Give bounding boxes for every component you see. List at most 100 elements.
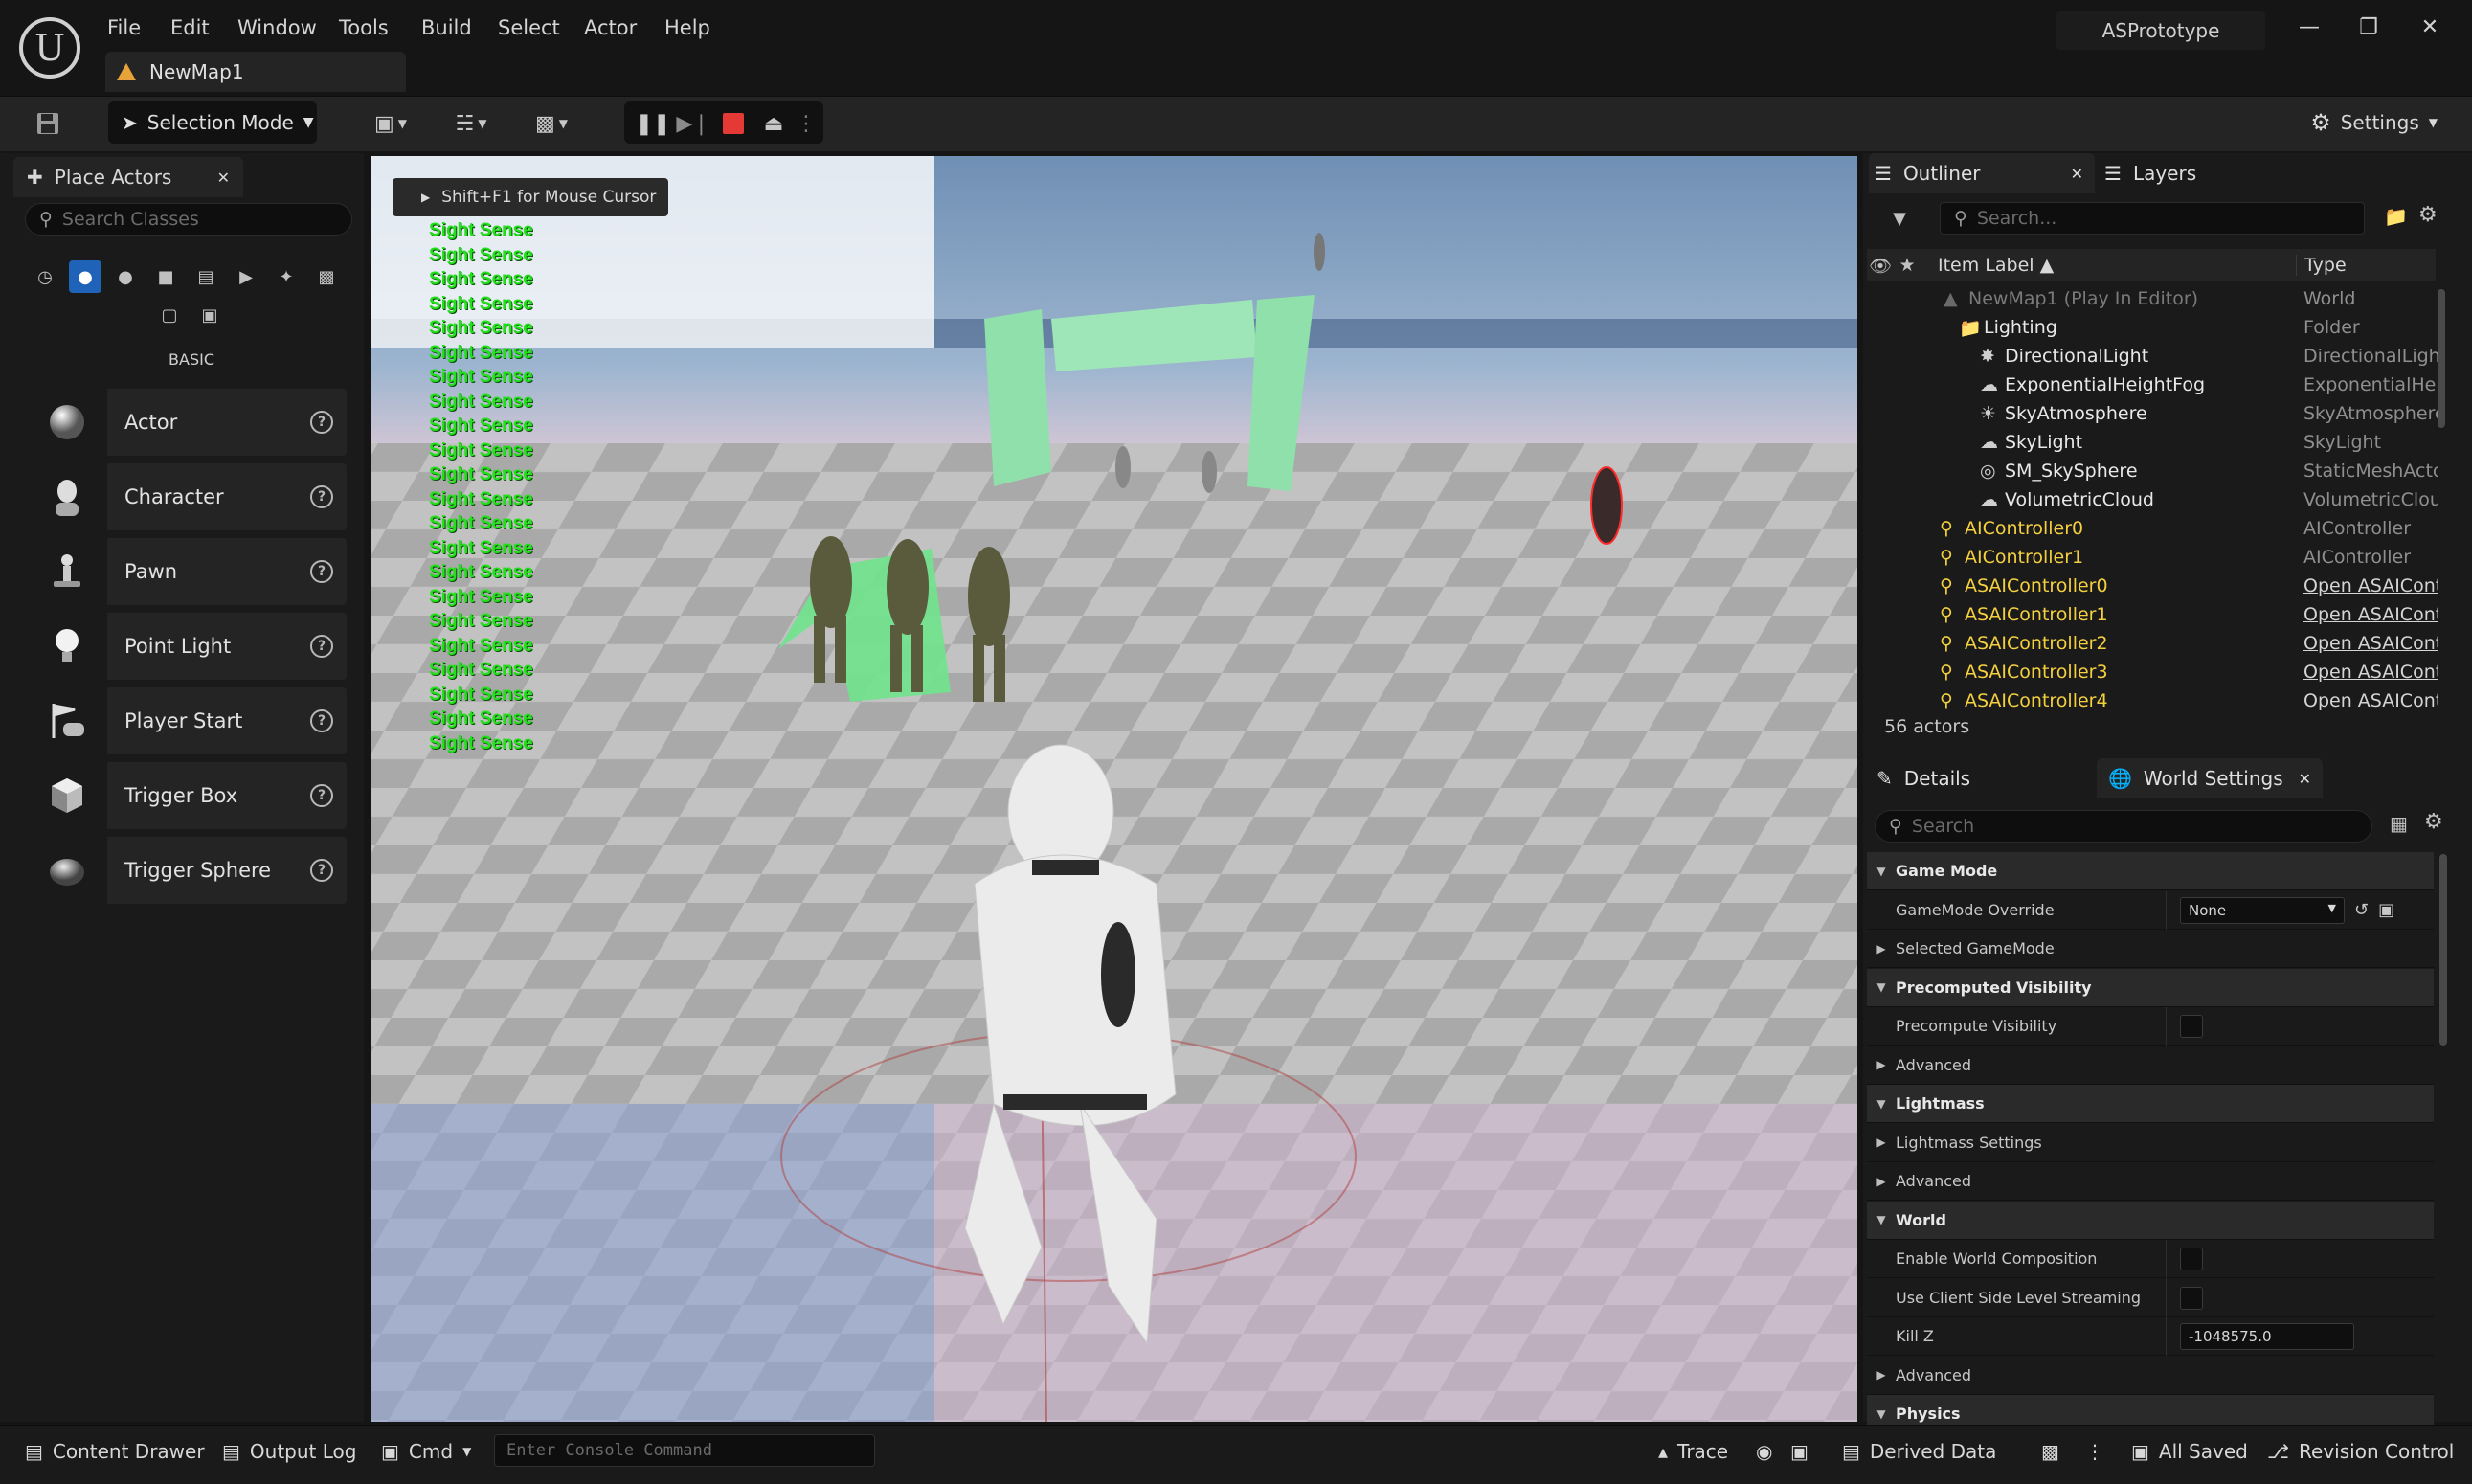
new-folder-icon[interactable]: 📁 [2384,205,2408,228]
actor-item-character[interactable]: Character ? [27,463,347,530]
details-property-row[interactable]: Precompute Visibility [1867,1007,2434,1046]
volumes-icon[interactable]: ▩ [310,260,343,293]
cmd-dropdown[interactable]: ▣ Cmd ▼ [381,1432,471,1471]
details-property-row[interactable]: ▶ Selected GameMode [1867,930,2434,968]
details-category[interactable]: ▼ World [1867,1201,2434,1240]
actor-item-pawn[interactable]: Pawn ? [27,538,347,605]
property-checkbox[interactable] [2180,1015,2203,1038]
recent-icon[interactable]: ◷ [29,260,61,293]
actor-item-player-start[interactable]: Player Start ? [27,687,347,754]
chevron-down-icon[interactable]: ▼ [1867,1097,1896,1111]
outliner-row[interactable]: ☁ SkyLight SkyLight [1867,428,2438,457]
outliner-row[interactable]: ☁ VolumetricCloud VolumetricClou [1867,485,2438,514]
help-icon[interactable]: ? [310,784,333,807]
outliner-row[interactable]: ☀ SkyAtmosphere SkyAtmosphere [1867,399,2438,428]
minimize-icon[interactable]: — [2290,15,2328,39]
stop-icon[interactable] [716,103,751,144]
menu-window[interactable]: Window [237,13,317,42]
help-icon[interactable]: ? [310,485,333,508]
trace-button[interactable]: ▴ Trace [1658,1432,1728,1471]
reset-icon[interactable]: ↺ [2354,900,2369,920]
details-property-row[interactable]: Kill Z -1048575.0 [1867,1317,2434,1356]
chevron-down-icon[interactable]: ▼ [1867,1407,1896,1421]
help-icon[interactable]: ? [310,709,333,732]
outliner-scrollbar[interactable] [2438,289,2445,428]
outliner-row[interactable]: ⚲ AIController1 AIController [1867,543,2438,572]
revision-control-button[interactable]: ⎇ Revision Control [2267,1432,2454,1471]
derived-data-button[interactable]: ▤ Derived Data [1842,1432,1996,1471]
star-icon[interactable]: ★ [1894,255,1921,276]
details-scrollbar[interactable] [2439,854,2447,1046]
visual-effects-icon[interactable]: ▶ [230,260,262,293]
geometry-icon[interactable]: ✦ [270,260,303,293]
outliner-row[interactable]: ⚲ ASAIController2 Open ASAICont [1867,629,2438,658]
details-property-row[interactable]: ▶ Lightmass Settings [1867,1124,2434,1162]
outliner-row[interactable]: ⚲ ASAIController1 Open ASAICont [1867,600,2438,629]
outliner-item-type[interactable]: Open ASAICont [2303,690,2438,711]
visibility-icon[interactable]: 👁 [1867,255,1894,277]
performance-icon[interactable]: ▩ [2041,1432,2059,1471]
help-icon[interactable]: ? [310,859,333,882]
menu-help[interactable]: Help [664,13,710,42]
chevron-right-icon[interactable]: ▶ [1867,1058,1896,1071]
chevron-right-icon[interactable]: ▶ [1867,1175,1896,1188]
outliner-row[interactable]: ▲ NewMap1 (Play In Editor) World [1867,284,2438,313]
help-icon[interactable]: ? [310,560,333,583]
actor-item-trigger-sphere[interactable]: Trigger Sphere ? [27,837,347,904]
outliner-item-type[interactable]: Open ASAICont [2303,662,2438,683]
outliner-row[interactable]: ⚲ ASAIController3 Open ASAICont [1867,658,2438,686]
menu-tools[interactable]: Tools [339,13,389,42]
outliner-tab[interactable]: ☰ Outliner ✕ [1869,153,2095,193]
outliner-row[interactable]: ☁ ExponentialHeightFog ExponentialHeig [1867,371,2438,399]
output-log-button[interactable]: ▤ Output Log [222,1432,356,1471]
blueprint-button[interactable]: ☵ ▼ [442,103,500,144]
search-classes-input[interactable]: ⚲ Search Classes [25,203,352,236]
chevron-right-icon[interactable]: ▶ [1867,942,1896,956]
actor-item-actor[interactable]: Actor ? [27,389,347,456]
table-view-icon[interactable]: ▦ [2390,812,2408,835]
outliner-search-input[interactable]: ⚲ Search... [1940,202,2365,235]
place-actors-tab[interactable]: ✚ Place Actors ✕ [13,157,243,197]
layers-tab[interactable]: ☰ Layers [2104,153,2248,193]
lights-icon[interactable]: ● [109,260,142,293]
gear-icon[interactable]: ⚙ [2424,810,2443,834]
details-property-row[interactable]: ▶ Advanced [1867,1046,2434,1085]
menu-build[interactable]: Build [421,13,472,42]
outliner-row[interactable]: ⚲ ASAIController4 Open ASAICont [1867,686,2438,715]
column-item-label[interactable]: Item Label ▲ [1938,255,2054,276]
pause-icon[interactable]: ❚❚ [636,103,671,144]
shapes-icon[interactable]: ■ [149,260,182,293]
details-category[interactable]: ▼ Game Mode [1867,852,2434,890]
details-property-row[interactable]: Use Client Side Level Streaming Vol... [1867,1278,2434,1317]
all-classes-icon[interactable]: ▢ [153,299,186,331]
outliner-row[interactable]: ⚲ AIController0 AIController [1867,514,2438,543]
details-property-row[interactable]: ▶ Advanced [1867,1162,2434,1201]
chevron-down-icon[interactable]: ▼ [1867,865,1896,878]
unreal-logo-icon[interactable]: U [19,17,80,79]
close-tab-icon[interactable]: ✕ [2071,165,2083,183]
close-tab-icon[interactable]: ✕ [217,169,230,187]
cinematics-button[interactable]: ▩ ▼ [523,103,580,144]
outliner-item-type[interactable]: Open ASAICont [2303,604,2438,625]
world-settings-tab[interactable]: 🌐 World Settings ✕ [2097,758,2323,798]
gear-icon[interactable]: ⚙ [2418,203,2438,227]
more-options-icon[interactable]: ⋮ [2085,1432,2104,1471]
console-command-input[interactable]: Enter Console Command [494,1434,875,1467]
menu-select[interactable]: Select [498,13,560,42]
browse-icon[interactable]: ▣ [2378,900,2394,920]
outliner-row[interactable]: ◎ SM_SkySphere StaticMeshActo [1867,457,2438,485]
eject-icon[interactable]: ⏏ [756,103,791,144]
close-window-icon[interactable]: ✕ [2411,15,2449,39]
outliner-item-type[interactable]: Open ASAICont [2303,575,2438,596]
placeables-icon[interactable]: ▣ [193,299,226,331]
outliner-row[interactable]: ⚲ ASAIController0 Open ASAICont [1867,572,2438,600]
help-icon[interactable]: ? [310,411,333,434]
basic-category-icon[interactable]: ● [69,260,101,293]
content-drawer-button[interactable]: ▤ Content Drawer [25,1432,205,1471]
outliner-row[interactable]: 📁 Lighting Folder [1867,313,2438,342]
add-actor-button[interactable]: ▣ ▼ [362,103,419,144]
restore-icon[interactable]: ❐ [2349,15,2388,39]
more-options-icon[interactable]: ⋮ [796,103,817,144]
filter-icon[interactable]: ▼ [1876,201,1922,236]
details-property-row[interactable]: Enable World Composition [1867,1240,2434,1278]
